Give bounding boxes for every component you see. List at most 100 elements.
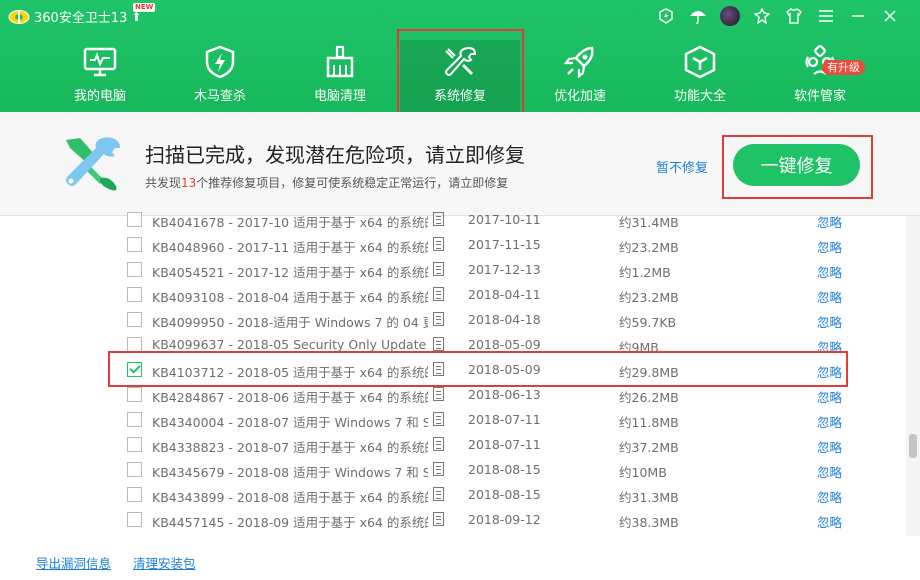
patch-date: 2018-07-11 [468,412,541,427]
ignore-link[interactable]: 忽略 [817,412,842,431]
table-row: KB4457145 - 2018-09 适用于基于 x64 的系统的... 201… [0,507,905,532]
details-doc-icon[interactable] [433,487,444,501]
monitor-icon [83,47,117,77]
nav-label: 电脑清理 [313,89,366,104]
patch-name: KB4340004 - 2018-07 适用于 Windows 7 和 Se..… [152,415,428,430]
clean-installers-link[interactable]: 清理安装包 [133,553,196,572]
list-scrollbar[interactable] [906,216,920,536]
table-row: KB4284867 - 2018-06 适用于基于 x64 的系统的... 201… [0,382,905,407]
rocket-icon [563,46,594,79]
patch-name: KB4093108 - 2018-04 适用于基于 x64 的系统的... [152,290,428,305]
ignore-link[interactable]: 忽略 [817,212,842,231]
skin-icon[interactable] [746,5,778,27]
export-vulnerability-link[interactable]: 导出漏洞信息 [36,553,111,572]
table-row: KB4340004 - 2018-07 适用于 Windows 7 和 Se..… [0,407,905,432]
nav-all-features[interactable]: 功能大全 [640,40,760,112]
wrench-icon [445,46,477,76]
patch-date: 2017-11-15 [468,237,541,252]
patch-size: 约59.7KB [619,315,677,330]
ignore-link[interactable]: 忽略 [817,462,842,481]
details-doc-icon[interactable] [433,512,444,526]
nav-system-repair[interactable]: 系统修复 [400,40,520,112]
ignore-link[interactable]: 忽略 [817,362,842,381]
patch-date: 2018-05-09 [468,337,541,352]
nav-label: 木马查杀 [193,89,246,104]
subtitle-prefix: 共发现 [145,176,182,190]
nav-cleanup[interactable]: 电脑清理 [280,40,400,112]
scan-result-subtitle: 共发现13个推荐修复项目，修复可使系统稳定正常运行，请立即修复 [145,174,508,191]
details-doc-icon[interactable] [433,287,444,301]
ignore-link[interactable]: 忽略 [817,312,842,331]
table-row: KB4099950 - 2018-适用于 Windows 7 的 04 更...… [0,307,905,332]
minimize-icon[interactable] [842,5,874,27]
details-doc-icon[interactable] [433,362,444,376]
patch-name: KB4284867 - 2018-06 适用于基于 x64 的系统的... [152,390,428,405]
nav-my-computer[interactable]: 我的电脑 [40,40,160,112]
details-doc-icon[interactable] [433,387,444,401]
nav-optimize[interactable]: 优化加速 [520,40,640,112]
patch-size: 约23.2MB [619,290,679,305]
app-title-text: 360安全卫士13 [34,11,128,26]
row-checkbox[interactable] [127,462,142,477]
patch-size: 约9MB [619,340,659,355]
umbrella-icon[interactable] [682,5,714,27]
nav-software-manager[interactable]: 软件管家 有升级 [760,40,880,112]
ignore-link[interactable]: 忽略 [817,387,842,406]
row-checkbox[interactable] [127,437,142,452]
row-checkbox[interactable] [127,412,142,427]
row-checkbox[interactable] [127,362,142,377]
table-row: KB4041678 - 2017-10 适用于基于 x64 的系统的... 201… [0,207,905,232]
protection-icon[interactable] [650,5,682,27]
patch-date: 2018-07-11 [468,437,541,452]
details-doc-icon[interactable] [433,412,444,426]
patch-size: 约37.2MB [619,440,679,455]
avatar-wrap[interactable] [714,5,746,27]
patch-size: 约11.8MB [619,415,679,430]
ignore-link[interactable]: 忽略 [817,437,842,456]
nav-label: 优化加速 [553,89,606,104]
new-badge: NEW [133,3,156,12]
ignore-link[interactable]: 忽略 [817,287,842,306]
one-click-repair-button[interactable]: 一键修复 [733,144,860,186]
patch-name: KB4054521 - 2017-12 适用于基于 x64 的系统的... [152,265,428,280]
patch-date: 2018-06-13 [468,387,541,402]
skip-repair-link[interactable]: 暂不修复 [656,157,708,176]
row-checkbox[interactable] [127,337,142,352]
patch-name: KB4457145 - 2018-09 适用于基于 x64 的系统的... [152,515,428,530]
row-checkbox[interactable] [127,487,142,502]
row-checkbox[interactable] [127,387,142,402]
details-doc-icon[interactable] [433,312,444,326]
ignore-link[interactable]: 忽略 [817,512,842,531]
row-checkbox[interactable] [127,287,142,302]
details-doc-icon[interactable] [433,237,444,251]
ignore-link[interactable]: 忽略 [817,262,842,281]
details-doc-icon[interactable] [433,212,444,226]
row-checkbox[interactable] [127,262,142,277]
ignore-link[interactable]: 忽略 [817,337,842,356]
patch-date: 2018-05-09 [468,362,541,377]
ignore-link[interactable]: 忽略 [817,487,842,506]
ignore-link[interactable]: 忽略 [817,237,842,256]
avatar[interactable] [720,6,740,26]
table-row: KB4054521 - 2017-12 适用于基于 x64 的系统的... 201… [0,257,905,282]
close-icon[interactable] [874,5,906,27]
issue-count: 13 [181,176,197,190]
patch-name: KB4343899 - 2018-08 适用于基于 x64 的系统的... [152,490,428,505]
table-row: KB4343899 - 2018-08 适用于基于 x64 的系统的... 201… [0,482,905,507]
details-doc-icon[interactable] [433,262,444,276]
shirt-icon[interactable] [778,5,810,27]
details-doc-icon[interactable] [433,437,444,451]
details-doc-icon[interactable] [433,462,444,476]
nav-trojan-scan[interactable]: 木马查杀 [160,40,280,112]
patch-size: 约1.2MB [619,265,671,280]
scrollbar-thumb[interactable] [909,434,917,458]
cube-icon [684,45,716,79]
menu-icon[interactable] [810,5,842,27]
row-checkbox[interactable] [127,512,142,527]
patch-size: 约31.4MB [619,215,679,230]
nav-label: 功能大全 [673,89,726,104]
row-checkbox[interactable] [127,212,142,227]
row-checkbox[interactable] [127,312,142,327]
details-doc-icon[interactable] [433,337,444,351]
row-checkbox[interactable] [127,237,142,252]
